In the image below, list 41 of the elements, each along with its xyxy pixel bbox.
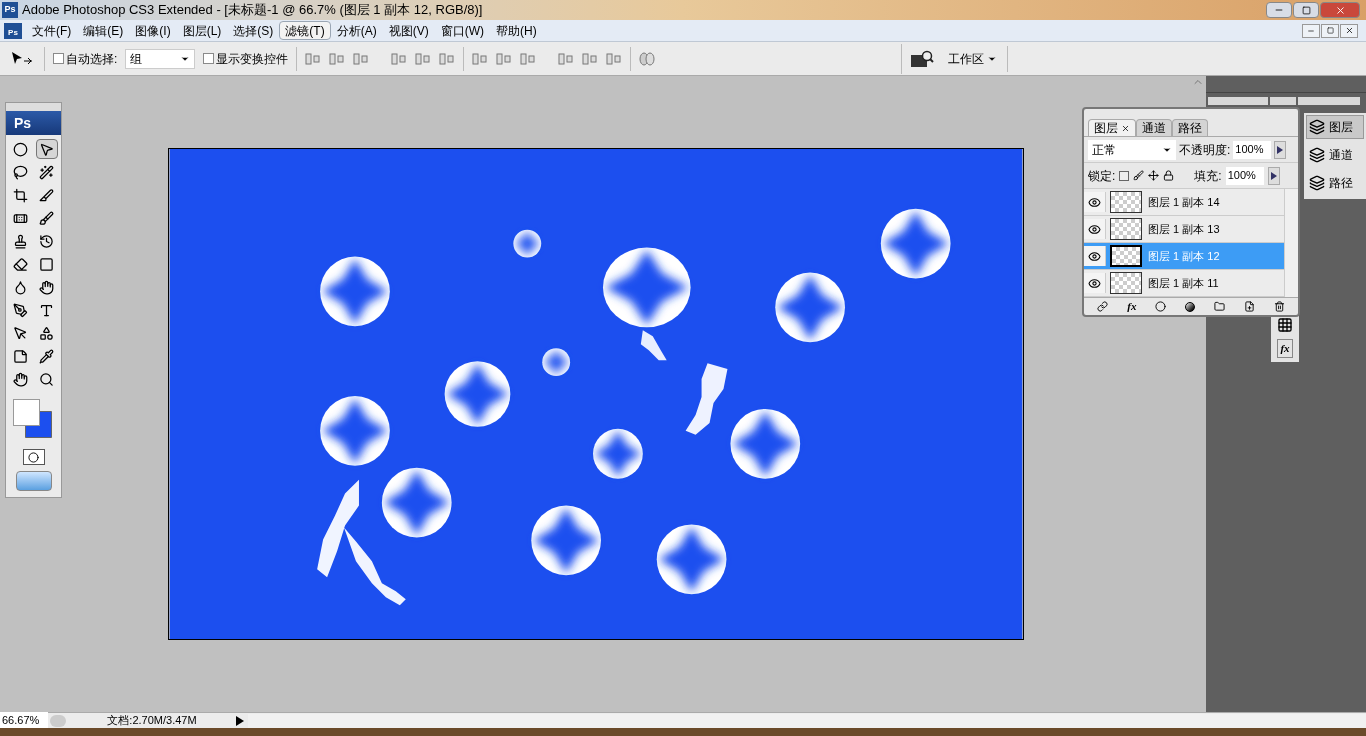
panel-tab[interactable]: 图层 xyxy=(1088,119,1136,136)
menu-item[interactable]: 选择(S) xyxy=(227,21,280,40)
layer-name: 图层 1 副本 13 xyxy=(1148,221,1220,237)
auto-select-dropdown[interactable]: 组 xyxy=(125,48,196,69)
blend-mode-dropdown[interactable]: 正常 xyxy=(1088,139,1176,160)
fx-button[interactable]: fx xyxy=(1127,298,1137,315)
lock-label: 锁定: xyxy=(1088,167,1116,185)
panel-tab[interactable]: 通道 xyxy=(1136,119,1172,136)
menu-item[interactable]: 图像(I) xyxy=(129,21,177,40)
menu-item[interactable]: 分析(A) xyxy=(330,21,383,40)
show-transform-label: 显示变换控件 xyxy=(216,50,289,68)
window-title: Adobe Photoshop CS3 Extended - [未标题-1 @ 66.7% (图层 1 副本 12, RGB/8)] xyxy=(22,1,483,20)
fill-label: 填充: xyxy=(1194,167,1222,185)
workspace-menu[interactable]: 工作区 xyxy=(948,45,1009,72)
menu-item[interactable]: 文件(F) xyxy=(26,21,78,40)
app-logo: Ps xyxy=(2,2,18,18)
doc-info: 文档:2.70M/3.47M xyxy=(106,713,198,729)
dock-panel-button[interactable]: 路径 xyxy=(1306,171,1364,195)
menu-item[interactable]: 滤镜(T) xyxy=(279,21,331,40)
layer-name: 图层 1 副本 14 xyxy=(1148,194,1220,210)
layer-row[interactable]: 图层 1 副本 14 xyxy=(1084,189,1284,216)
document-logo: Ps xyxy=(4,22,22,39)
opacity-field[interactable]: 100% xyxy=(1233,140,1272,159)
menu-item[interactable]: 窗口(W) xyxy=(434,21,490,40)
opacity-label: 不透明度: xyxy=(1179,141,1231,159)
layer-name: 图层 1 副本 12 xyxy=(1148,248,1220,264)
auto-select-label: 自动选择: xyxy=(66,50,118,68)
fx-button[interactable]: fx xyxy=(1277,339,1293,358)
menu-item[interactable]: 帮助(H) xyxy=(490,21,543,40)
dock-panel-button[interactable]: 通道 xyxy=(1306,143,1364,167)
menu-item[interactable]: 编辑(E) xyxy=(77,21,130,40)
fill-field[interactable]: 100% xyxy=(1225,166,1264,185)
toolbox-logo: Ps xyxy=(6,111,61,135)
layer-row[interactable]: 图层 1 副本 11 xyxy=(1084,270,1284,297)
layer-name: 图层 1 副本 11 xyxy=(1148,275,1219,291)
menu-item[interactable]: 视图(V) xyxy=(382,21,435,40)
layer-row[interactable]: 图层 1 副本 13 xyxy=(1084,216,1284,243)
dock-panel-button[interactable]: 图层 xyxy=(1306,115,1364,139)
zoom-level: 66.67% xyxy=(0,712,48,729)
menu-item[interactable]: 图层(L) xyxy=(176,21,228,40)
panel-tab[interactable]: 路径 xyxy=(1172,119,1208,136)
